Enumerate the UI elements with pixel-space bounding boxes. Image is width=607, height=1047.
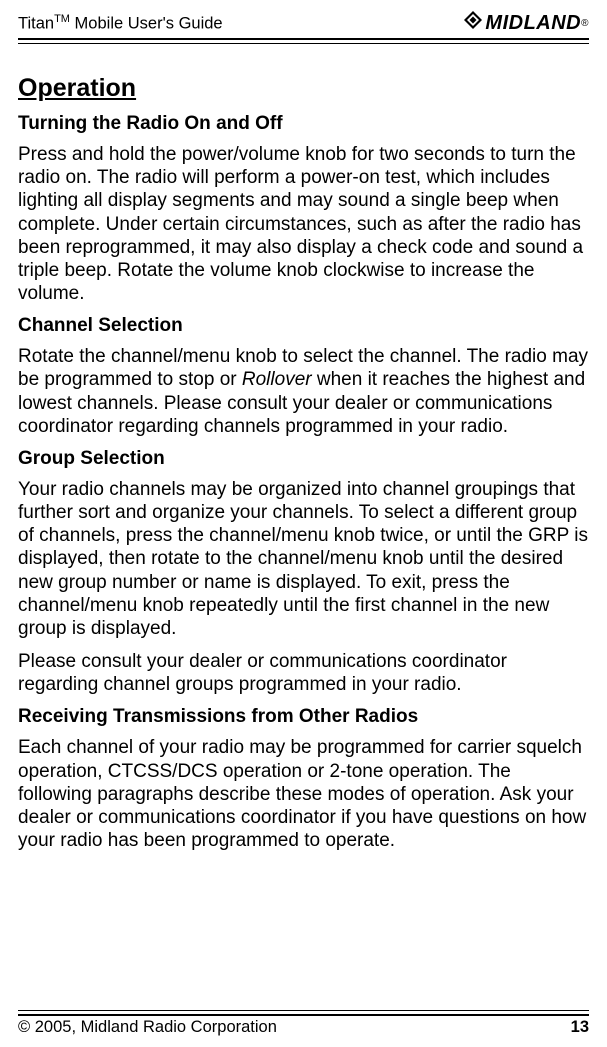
diamond-icon: [463, 10, 483, 36]
subsection-title-channel: Channel Selection: [18, 315, 589, 337]
header-tm: TM: [54, 13, 70, 25]
body-text-receiving: Each channel of your radio may be progra…: [18, 736, 589, 852]
header-title-prefix: Titan: [18, 14, 54, 32]
footer-row: © 2005, Midland Radio Corporation 13: [18, 1018, 589, 1037]
subsection-title-group: Group Selection: [18, 448, 589, 470]
body-text-channel: Rotate the channel/menu knob to select t…: [18, 345, 589, 438]
header-title: TitanTM Mobile User's Guide: [18, 13, 223, 34]
copyright-text: © 2005, Midland Radio Corporation: [18, 1018, 277, 1037]
content-area: Operation Turning the Radio On and Off P…: [18, 44, 589, 990]
subsection-title-receiving: Receiving Transmissions from Other Radio…: [18, 706, 589, 728]
body-text-group-1: Your radio channels may be organized int…: [18, 478, 589, 640]
page-number: 13: [571, 1018, 589, 1037]
section-title-operation: Operation: [18, 74, 589, 103]
logo-text: MIDLAND: [485, 12, 581, 35]
body-text-group-2: Please consult your dealer or communicat…: [18, 650, 589, 696]
logo-registered: ®: [581, 18, 589, 29]
footer-divider: [18, 1010, 589, 1016]
subsection-title-power: Turning the Radio On and Off: [18, 113, 589, 135]
header-row: TitanTM Mobile User's Guide MIDLAND®: [18, 10, 589, 36]
header-title-suffix: Mobile User's Guide: [70, 14, 223, 32]
body-text-power: Press and hold the power/volume knob for…: [18, 143, 589, 305]
page-container: TitanTM Mobile User's Guide MIDLAND® Ope…: [0, 0, 607, 1047]
body-text-channel-italic: Rollover: [242, 369, 312, 390]
brand-logo: MIDLAND®: [463, 10, 589, 36]
